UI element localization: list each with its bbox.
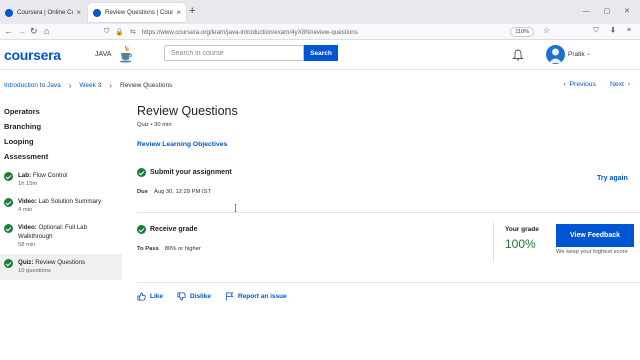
home-icon[interactable]: ⌂ <box>44 26 49 36</box>
mouse-cursor-icon <box>234 204 237 212</box>
zoom-level-badge[interactable]: 110% <box>510 27 534 37</box>
address-bar[interactable]: ⛉ 🔒 ⇆ https://www.coursera.org/learn/jav… <box>104 26 554 38</box>
sidebar-item-lab-solution-summary[interactable]: Video: Lab Solution Summary 4 min <box>0 193 122 219</box>
tab-label: Coursera | Online Courses & Cr <box>17 9 73 16</box>
chevron-down-icon[interactable]: ⌄ <box>586 50 591 57</box>
java-cup-icon <box>119 45 132 63</box>
your-grade-value: 100% <box>505 237 536 251</box>
course-sidebar: Operators Branching Looping Assessment L… <box>0 104 122 280</box>
divider <box>137 282 640 283</box>
sidebar-item-duration: 1h 15m <box>18 181 38 187</box>
completed-check-icon <box>4 198 13 207</box>
close-tab-icon[interactable]: × <box>76 8 81 17</box>
permissions-icon[interactable]: ⇆ <box>130 28 136 36</box>
page-title: Review Questions <box>137 104 238 118</box>
completed-check-icon <box>137 225 146 234</box>
breadcrumb-course[interactable]: Introduction to Java <box>4 82 61 89</box>
main-content: Review Questions Quiz • 30 min Review Le… <box>137 104 640 301</box>
flag-icon <box>225 292 234 301</box>
coursera-favicon-icon <box>93 8 101 17</box>
feedback-actions: Like Dislike Report an issue <box>137 292 301 301</box>
sidebar-item-duration: 58 min <box>18 242 36 248</box>
completed-check-icon <box>4 224 13 233</box>
breadcrumb-week[interactable]: Week 3 <box>79 82 101 89</box>
report-issue-button[interactable]: Report an issue <box>225 292 287 301</box>
browser-nav-bar: ← → ↻ ⌂ ⛉ 🔒 ⇆ https://www.coursera.org/l… <box>0 24 640 40</box>
sidebar-item-title: Video: Lab Solution Summary <box>18 198 102 205</box>
browser-tab-review-questions[interactable]: Review Questions | Coursera × <box>88 3 186 22</box>
review-learning-objectives-link[interactable]: Review Learning Objectives <box>137 141 227 148</box>
sidebar-item-title: Video: Optional: Full Lab Walkthrough <box>18 224 88 240</box>
like-button[interactable]: Like <box>137 292 163 301</box>
course-label: JAVA <box>95 51 112 58</box>
reload-icon[interactable]: ↻ <box>30 26 38 37</box>
chevron-right-icon: › <box>109 81 112 90</box>
user-silhouette-icon <box>549 48 562 63</box>
lock-icon[interactable]: 🔒 <box>115 28 124 36</box>
passing-requirement: To Pass 80% or higher <box>137 246 201 252</box>
due-date: Due Aug 30, 12:29 PM IST <box>137 189 211 195</box>
close-tab-icon[interactable]: × <box>176 8 181 17</box>
previous-label: Previous <box>569 81 596 88</box>
completed-check-icon <box>4 259 13 268</box>
next-label: Next <box>609 81 624 88</box>
divider <box>137 212 640 213</box>
sidebar-item-review-questions[interactable]: Quiz: Review Questions 10 questions <box>0 254 122 280</box>
shield-icon[interactable]: ⛉ <box>104 28 109 36</box>
thumbs-up-icon <box>137 292 146 301</box>
search-input[interactable] <box>164 45 304 61</box>
receive-grade-heading: Receive grade <box>137 225 197 234</box>
avatar[interactable] <box>546 45 565 64</box>
sidebar-section-operators[interactable]: Operators <box>0 104 122 119</box>
coursera-logo[interactable]: coursera <box>4 47 61 63</box>
forward-icon[interactable]: → <box>17 26 26 36</box>
bookmark-star-icon[interactable]: ☆ <box>543 26 550 35</box>
view-feedback-button[interactable]: View Feedback <box>556 224 634 247</box>
url-text[interactable]: https://www.coursera.org/learn/java-intr… <box>142 29 358 36</box>
breadcrumb: Introduction to Java › Week 3 › Review Q… <box>4 81 172 90</box>
thumbs-down-icon <box>177 292 186 301</box>
user-name[interactable]: Pratik <box>568 51 585 58</box>
sidebar-item-title: Quiz: Review Questions <box>18 259 86 266</box>
try-again-link[interactable]: Try again <box>597 175 628 182</box>
completed-check-icon <box>4 172 13 181</box>
next-button[interactable]: Next › <box>610 81 630 88</box>
coursera-favicon-icon <box>5 8 13 17</box>
sidebar-item-full-lab-walkthrough[interactable]: Video: Optional: Full Lab Walkthrough 58… <box>0 219 122 254</box>
dislike-button[interactable]: Dislike <box>177 292 211 301</box>
quiz-meta: Quiz • 30 min <box>137 122 172 128</box>
back-icon[interactable]: ← <box>4 26 13 36</box>
bell-icon[interactable] <box>512 49 524 61</box>
sidebar-section-branching[interactable]: Branching <box>0 119 122 134</box>
submit-assignment-heading: Submit your assignment <box>137 168 232 177</box>
highest-score-note: We keep your highest score <box>556 249 628 255</box>
site-header: coursera JAVA Search Pratik ⌄ <box>0 40 640 70</box>
browser-tab-bar: Coursera | Online Courses & Cr × Review … <box>0 0 640 24</box>
item-pager: ‹ Previous Next › <box>563 81 630 88</box>
your-grade-label: Your grade <box>505 226 539 233</box>
sidebar-item-lab-flow-control[interactable]: Lab: Flow Control 1h 15m <box>0 167 122 193</box>
sidebar-item-duration: 10 questions <box>18 268 51 274</box>
browser-tab-coursera-home[interactable]: Coursera | Online Courses & Cr × <box>0 3 86 22</box>
sidebar-section-looping[interactable]: Looping <box>0 134 122 149</box>
sidebar-item-title: Lab: Flow Control <box>18 172 68 179</box>
divider <box>493 222 494 262</box>
browser-toolbar-icons[interactable]: ⛉ ⬇ ≡ <box>593 27 636 35</box>
window-controls[interactable]: — ▢ ✕ <box>583 7 636 15</box>
previous-button[interactable]: ‹ Previous <box>563 81 596 88</box>
search-button[interactable]: Search <box>304 45 338 61</box>
completed-check-icon <box>137 168 146 177</box>
tab-label: Review Questions | Coursera <box>105 9 174 16</box>
new-tab-button[interactable]: + <box>189 5 195 17</box>
sidebar-section-assessment[interactable]: Assessment <box>0 149 122 164</box>
chevron-right-icon: › <box>68 81 72 90</box>
sidebar-item-duration: 4 min <box>18 207 33 213</box>
breadcrumb-current: Review Questions <box>120 82 173 89</box>
